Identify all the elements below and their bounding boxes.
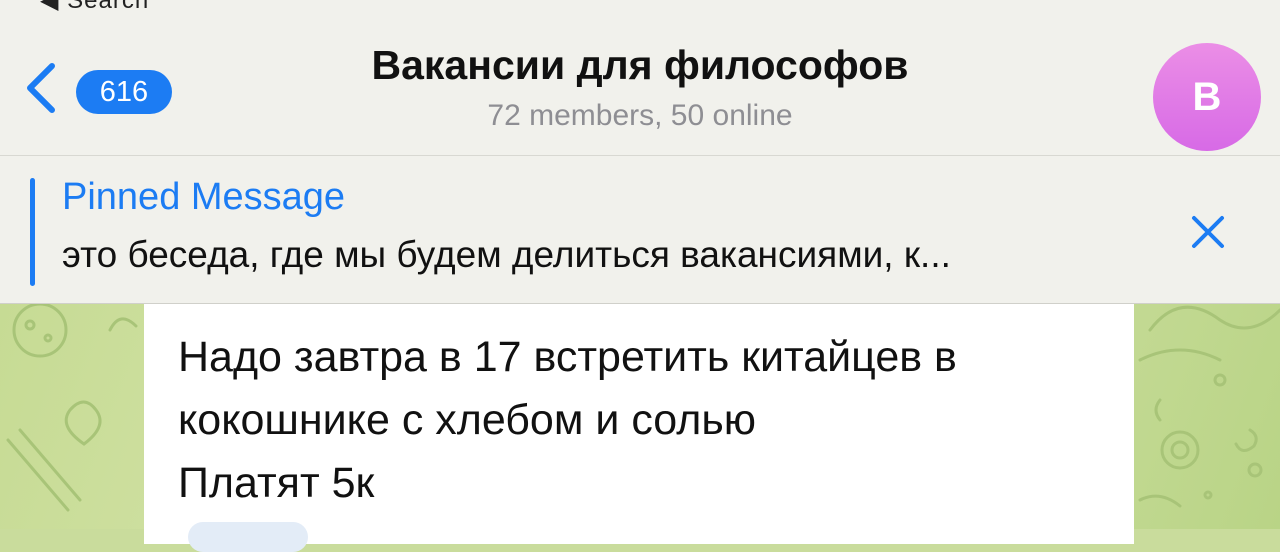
chat-header: ◀ Search 616 Вакансии для философов 72 m… [0, 0, 1280, 156]
avatar-letter: В [1192, 75, 1222, 119]
close-icon[interactable] [1186, 210, 1230, 254]
pinned-indicator [30, 178, 35, 286]
pinned-message-bar[interactable]: Pinned Message это беседа, где мы будем … [0, 156, 1280, 304]
chat-avatar[interactable]: В [1153, 43, 1261, 151]
pinned-message-text: это беседа, где мы будем делиться ваканс… [62, 234, 951, 275]
message-line: Надо завтра в 17 встретить китайцев в [178, 333, 957, 381]
chat-title[interactable]: Вакансии для философов [220, 42, 1060, 89]
pinned-message-label: Pinned Message [62, 176, 346, 218]
chat-members-status[interactable]: 72 members, 50 online [220, 99, 1060, 133]
message-bubble[interactable]: Надо завтра в 17 встретить китайцев в ко… [144, 304, 1134, 552]
message-line: кокошнике с хлебом и солью [178, 396, 757, 444]
back-to-search-link[interactable]: ◀ Search [40, 0, 149, 15]
message-text: Надо завтра в 17 встретить китайцев в ко… [178, 326, 1118, 515]
unread-count-badge[interactable]: 616 [76, 70, 172, 114]
reaction-chip[interactable] [188, 522, 308, 552]
message-line: Платят 5к [178, 459, 375, 507]
chevron-left-icon[interactable] [22, 60, 62, 116]
